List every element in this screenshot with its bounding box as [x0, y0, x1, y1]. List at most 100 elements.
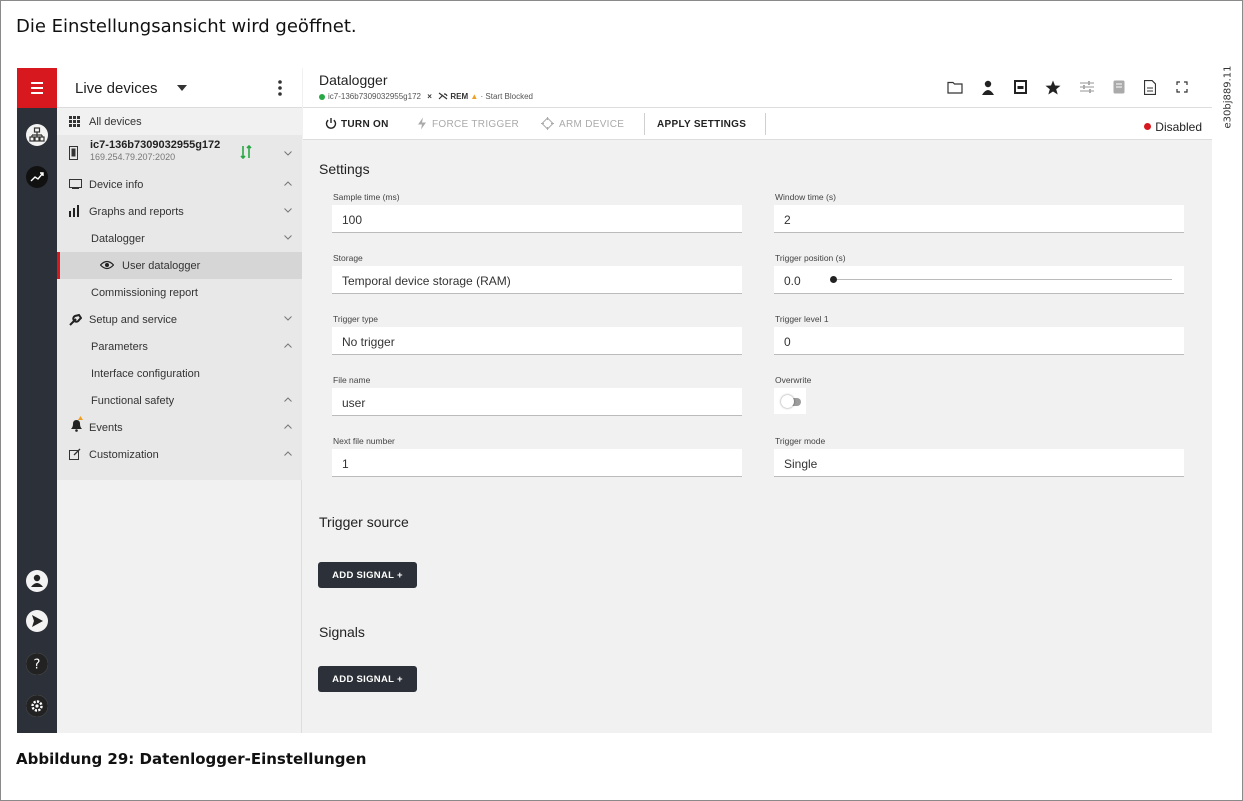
- chevron-down-icon[interactable]: [284, 151, 292, 156]
- monitor-icon: [69, 179, 82, 189]
- arm-device-button[interactable]: ARM DEVICE: [541, 108, 641, 139]
- trigger-source-add-signal-button[interactable]: ADD SIGNAL +: [318, 562, 417, 588]
- save-icon[interactable]: [1014, 80, 1027, 94]
- book-icon[interactable]: [1113, 80, 1125, 94]
- crosshair-icon: [541, 117, 554, 130]
- apply-settings-button[interactable]: APPLY SETTINGS: [657, 108, 757, 139]
- help-icon: ?: [26, 653, 48, 675]
- menu-button[interactable]: [17, 68, 57, 108]
- app-window: ? Live devices All devices ic7-136b73090…: [17, 68, 1212, 733]
- power-icon: [325, 118, 337, 129]
- next-file-number-label: Next file number: [333, 436, 395, 446]
- tree-header: Live devices: [57, 68, 302, 108]
- turn-on-button[interactable]: TURN ON: [325, 108, 403, 139]
- tree-item-customization[interactable]: Customization: [57, 441, 302, 468]
- caret-down-icon[interactable]: [177, 85, 187, 91]
- chevron-down-icon[interactable]: [284, 316, 292, 321]
- kebab-menu-icon[interactable]: [275, 78, 285, 98]
- trigger-source-heading: Trigger source: [319, 514, 409, 530]
- chevron-up-icon[interactable]: [284, 451, 292, 456]
- bar-chart-icon: [69, 205, 79, 217]
- device-state-indicator: Disabled: [1144, 120, 1202, 134]
- svg-text:?: ?: [34, 658, 41, 673]
- chevron-up-icon[interactable]: [284, 343, 292, 348]
- overwrite-toggle[interactable]: [774, 388, 806, 414]
- trigger-position-slider-handle[interactable]: [830, 276, 837, 283]
- tree-item-functional-safety[interactable]: Functional safety: [57, 387, 302, 414]
- intro-text: Die Einstellungsansicht wird geöffnet.: [16, 16, 357, 37]
- bell-warning-icon: [71, 416, 83, 432]
- chevron-down-icon[interactable]: [284, 208, 292, 213]
- person-icon[interactable]: [981, 80, 995, 95]
- window-time-label: Window time (s): [775, 192, 836, 202]
- tree-item-user-datalogger[interactable]: User datalogger: [57, 252, 302, 279]
- live-devices-title[interactable]: Live devices: [75, 80, 158, 97]
- close-icon[interactable]: ×: [427, 92, 432, 101]
- settings-button[interactable]: [26, 695, 48, 717]
- menu-icon: [31, 82, 43, 94]
- signals-add-signal-button[interactable]: ADD SIGNAL +: [318, 666, 417, 692]
- window-time-input[interactable]: 2: [774, 205, 1184, 233]
- user-button[interactable]: [26, 570, 48, 592]
- next-file-number-input[interactable]: 1: [332, 449, 742, 477]
- trend-icon: [30, 172, 44, 182]
- trigger-position-field: 0.0: [774, 266, 1184, 294]
- file-name-label: File name: [333, 375, 371, 385]
- storage-select[interactable]: Temporal device storage (RAM): [332, 266, 742, 294]
- trend-button[interactable]: [26, 166, 48, 188]
- fullscreen-icon[interactable]: [1176, 81, 1188, 93]
- tree-item-graphs-reports[interactable]: Graphs and reports: [57, 198, 302, 225]
- eye-icon: [100, 260, 114, 270]
- chevron-up-icon[interactable]: [284, 397, 292, 402]
- chevron-up-icon[interactable]: [284, 181, 292, 186]
- chevron-up-icon[interactable]: [284, 424, 292, 429]
- figure-caption: Abbildung 29: Datenlogger-Einstellungen: [16, 750, 367, 768]
- file-name-input[interactable]: user: [332, 388, 742, 416]
- bolt-icon: [418, 117, 426, 130]
- device-tree-panel: Live devices All devices ic7-136b7309032…: [57, 68, 302, 733]
- network-button[interactable]: [26, 124, 48, 146]
- tree-item-parameters[interactable]: Parameters: [57, 333, 302, 360]
- toolbar-divider: [644, 113, 645, 135]
- icon-rail: ?: [17, 68, 57, 733]
- sample-time-input[interactable]: 100: [332, 205, 742, 233]
- sliders-icon[interactable]: [1079, 80, 1095, 94]
- all-devices-item[interactable]: All devices: [57, 108, 302, 135]
- tree-item-device-info[interactable]: Device info: [57, 171, 302, 198]
- trigger-position-label: Trigger position (s): [775, 253, 846, 263]
- trigger-position-slider-track[interactable]: [832, 279, 1172, 280]
- user-icon: [31, 574, 43, 587]
- main-content: Datalogger ic7-136b7309032955g172 × REM …: [303, 68, 1212, 733]
- trigger-level-input[interactable]: 0: [774, 327, 1184, 355]
- chevron-down-icon[interactable]: [284, 235, 292, 240]
- edit-box-icon: [69, 448, 81, 460]
- toolbar-divider: [765, 113, 766, 135]
- signals-heading: Signals: [319, 624, 365, 640]
- gear-icon: [26, 695, 48, 717]
- tree-item-setup-service[interactable]: Setup and service: [57, 306, 302, 333]
- tree-items: ic7-136b7309032955g172 169.254.79.207:20…: [57, 135, 302, 480]
- trigger-mode-select[interactable]: Single: [774, 449, 1184, 477]
- tree-item-datalogger[interactable]: Datalogger: [57, 225, 302, 252]
- tree-item-commissioning-report[interactable]: Commissioning report: [57, 279, 302, 306]
- state-dot: [1144, 123, 1152, 130]
- online-indicator: [319, 93, 325, 100]
- send-button[interactable]: [26, 610, 48, 632]
- star-icon[interactable]: [1045, 80, 1061, 95]
- figure-code: e30bj889.11: [1222, 65, 1234, 129]
- overwrite-label: Overwrite: [775, 375, 812, 385]
- sync-arrows-icon: [240, 145, 252, 159]
- trigger-type-select[interactable]: No trigger: [332, 327, 742, 355]
- folder-icon[interactable]: [947, 80, 963, 94]
- help-button[interactable]: ?: [26, 653, 48, 675]
- action-toolbar: TURN ON FORCE TRIGGER ARM DEVICE APPLY S…: [303, 108, 1212, 140]
- warning-icon: ▲: [470, 92, 479, 101]
- storage-label: Storage: [333, 253, 363, 263]
- tree-item-interface-configuration[interactable]: Interface configuration: [57, 360, 302, 387]
- document-icon[interactable]: [1144, 80, 1156, 95]
- sample-time-label: Sample time (ms): [333, 192, 400, 202]
- force-trigger-button[interactable]: FORCE TRIGGER: [417, 108, 529, 139]
- device-item[interactable]: ic7-136b7309032955g172 169.254.79.207:20…: [57, 135, 302, 171]
- tree-item-events[interactable]: Events: [57, 414, 302, 441]
- network-icon: [29, 127, 45, 142]
